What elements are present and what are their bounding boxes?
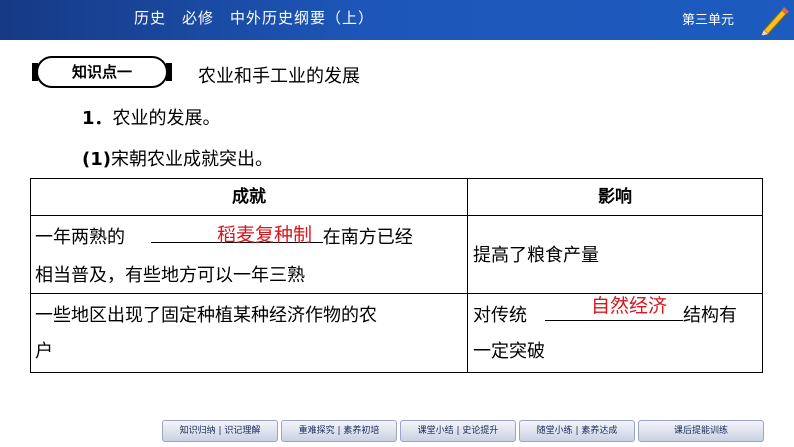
- subheading-number: (1): [82, 149, 111, 170]
- row2-achievement-line2: 户: [35, 341, 53, 362]
- nav-quick-practice[interactable]: 随堂小练 | 素养达成: [519, 420, 635, 442]
- row1-impact: 提高了粮食产量: [473, 245, 599, 266]
- row1-text-a: 一年两熟的: [35, 227, 125, 248]
- row2-answer: 自然经济: [591, 295, 668, 317]
- badge-left-cap: [32, 63, 38, 81]
- subheading-agriculture: 1．农业的发展。: [82, 104, 221, 130]
- row2-text-b: 结构有: [683, 305, 737, 326]
- badge-label: 知识点一: [71, 63, 132, 81]
- unit-label: 第三单元: [682, 13, 735, 28]
- header-achievement: 成就: [232, 187, 266, 207]
- nav-knowledge-summary[interactable]: 知识归纳 | 识记理解: [162, 420, 278, 442]
- subheading-song-agriculture: (1)宋朝农业成就突出。: [82, 145, 273, 171]
- knowledge-point-badge: 知识点一: [32, 56, 172, 88]
- course-title: 历史 必修 中外历史纲要（上）: [134, 9, 375, 27]
- row1-achievement-line2: 相当普及，有些地方可以一年三熟: [35, 265, 305, 286]
- badge-right-cap: [166, 63, 172, 81]
- header-bar: 历史 必修 中外历史纲要（上） 第三单元: [0, 0, 794, 40]
- subheading-text: 宋朝农业成就突出。: [110, 149, 273, 170]
- row1-text-b: 在南方已经: [322, 227, 413, 248]
- nav-key-inquiry[interactable]: 重难探究 | 素养初培: [281, 420, 397, 442]
- row-divider: [31, 215, 762, 216]
- row1-answer: 稻麦复种制: [217, 224, 313, 246]
- achievements-table: 成就 影响 一年两熟的 在南方已经 稻麦复种制 相当普及，有些地方可以一年三熟 …: [30, 178, 763, 373]
- subheading-text: 农业的发展。: [112, 108, 221, 129]
- row2-achievement-line1: 一些地区出现了固定种植某种经济作物的农: [35, 305, 377, 326]
- header-impact: 影响: [598, 187, 632, 207]
- subheading-number: 1．: [82, 108, 113, 129]
- row2-text-a: 对传统: [473, 305, 527, 326]
- pencil-icon: [761, 7, 789, 36]
- row2-impact-line2: 一定突破: [473, 341, 545, 362]
- nav-class-summary[interactable]: 课堂小结 | 史论提升: [400, 420, 516, 442]
- nav-after-class-training[interactable]: 课后提能训练: [638, 420, 764, 442]
- section-title: 农业和手工业的发展: [198, 66, 360, 87]
